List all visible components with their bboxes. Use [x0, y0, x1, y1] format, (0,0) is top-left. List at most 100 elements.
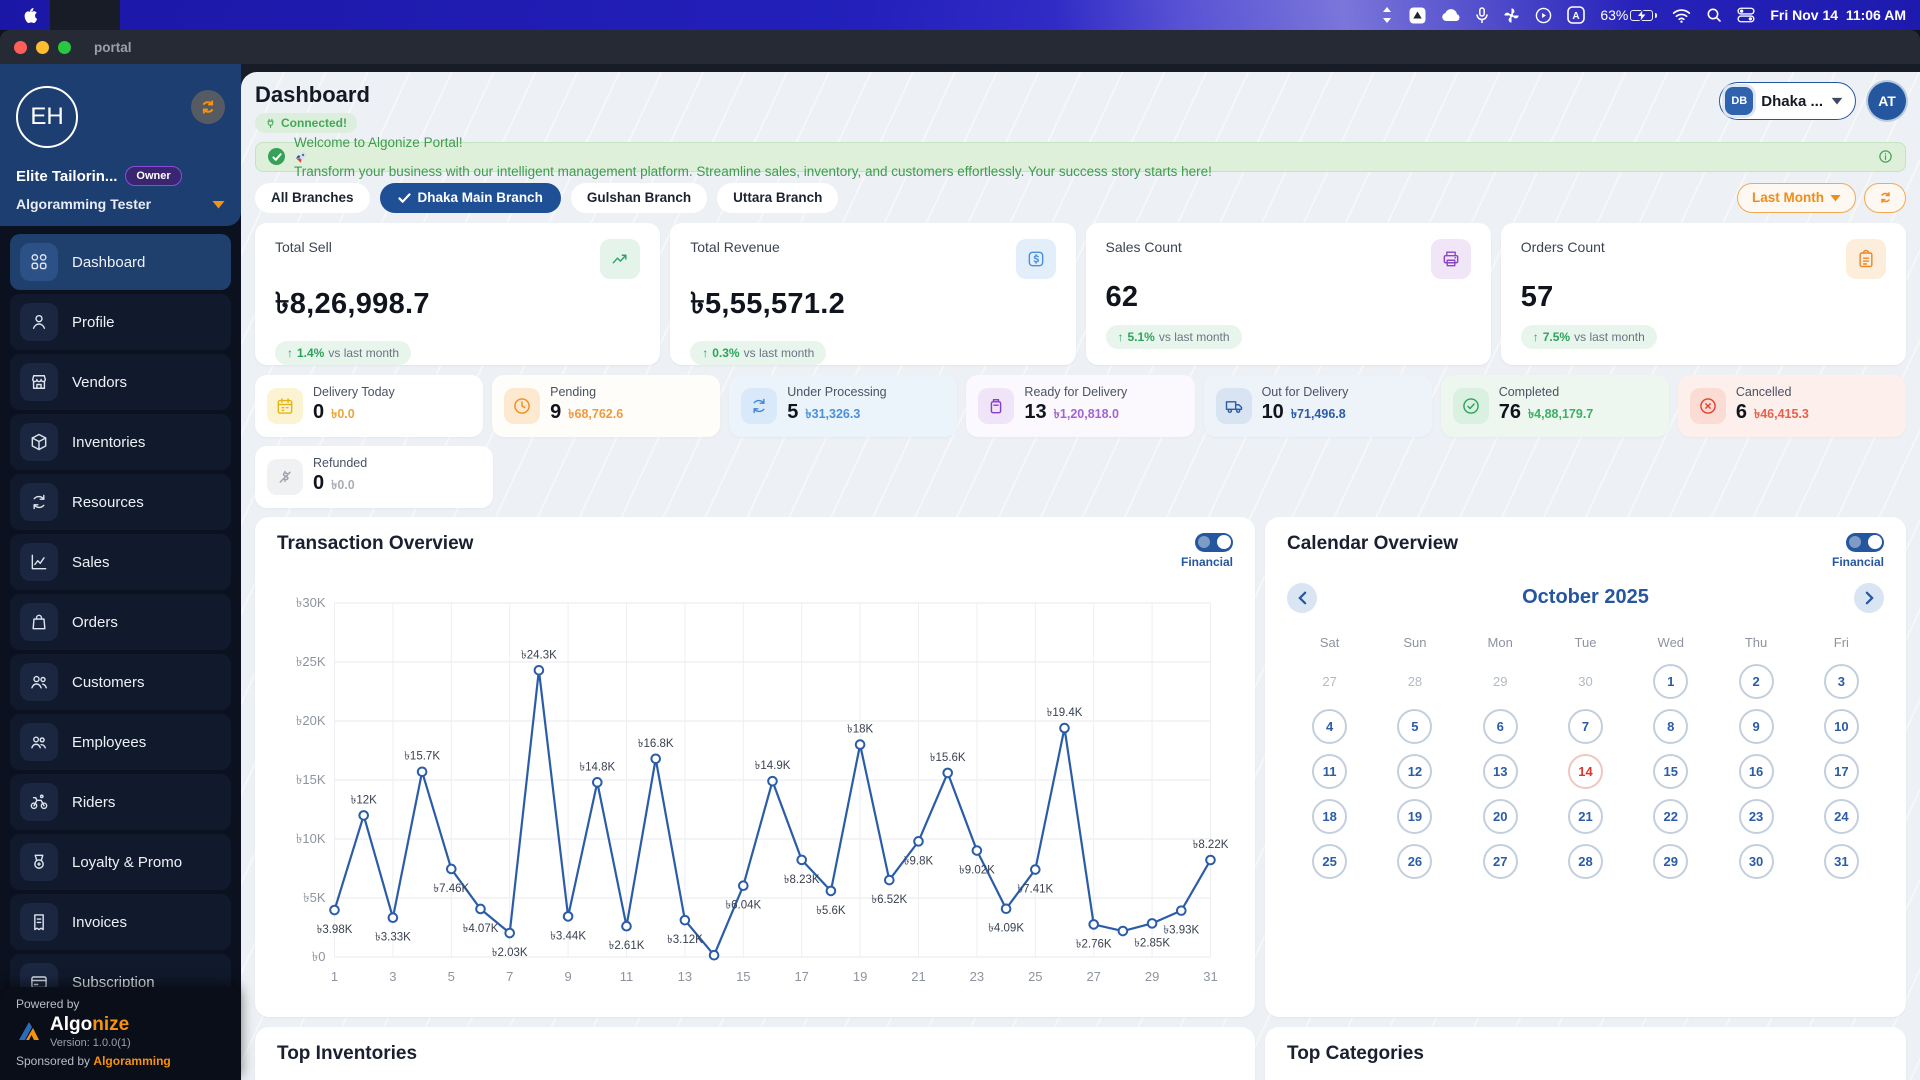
status-card-body: Completed 76 ৳4,88,179.7 [1499, 385, 1594, 426]
control-center-icon[interactable] [1737, 7, 1755, 23]
arrow-up-icon: ↑ [287, 345, 293, 360]
input-source-icon[interactable]: A [1567, 6, 1586, 24]
app-triangle-icon[interactable] [1409, 7, 1426, 24]
close-window-button[interactable] [14, 40, 27, 54]
branch-selector-label: Dhaka ... [1761, 92, 1823, 110]
calendar-date-10[interactable]: 10 [1799, 709, 1884, 745]
calendar-date-13[interactable]: 13 [1458, 754, 1543, 790]
calendar-date-27[interactable]: 27 [1458, 844, 1543, 880]
menu-bar-clock[interactable]: Fri Nov 14 11:06 AM [1770, 7, 1906, 23]
account-switcher[interactable]: Algoramming Tester [16, 196, 225, 212]
brand-name: Algonize [50, 1014, 130, 1035]
calendar-date-label: 3 [1823, 664, 1859, 699]
calendar-day-header: Tue [1574, 634, 1597, 650]
financial-toggle[interactable] [1195, 532, 1233, 552]
calendar-date-12[interactable]: 12 [1372, 754, 1457, 790]
sponsor-link[interactable]: Algoramming [93, 1054, 170, 1068]
svg-text:৳4.07K: ৳4.07K [463, 922, 499, 934]
minimize-window-button[interactable] [36, 40, 49, 54]
updown-arrows-icon[interactable] [1380, 7, 1394, 23]
tab-all-branches[interactable]: All Branches [255, 182, 370, 213]
sidebar-item-sales[interactable]: Sales [10, 534, 231, 590]
calendar-date-22[interactable]: 22 [1628, 799, 1713, 835]
calendar-date-1[interactable]: 1 [1628, 664, 1713, 700]
calendar-date-9[interactable]: 9 [1713, 709, 1798, 745]
calendar-date-20[interactable]: 20 [1458, 799, 1543, 835]
calendar-date-4[interactable]: 4 [1287, 709, 1372, 745]
zoom-window-button[interactable] [58, 40, 71, 54]
cloud-icon[interactable] [1441, 8, 1461, 22]
sidebar-item-employees[interactable]: Employees [10, 714, 231, 770]
sidebar-item-orders[interactable]: Orders [10, 594, 231, 650]
calendar-date-16[interactable]: 16 [1713, 754, 1798, 790]
calendar-date-label: 29 [1492, 674, 1508, 689]
calendar-date-11[interactable]: 11 [1287, 754, 1372, 790]
status-amount: ৳71,496.8 [1290, 407, 1346, 421]
sync-button[interactable] [191, 90, 225, 124]
calendar-date-23[interactable]: 23 [1713, 799, 1798, 835]
calendar-date-28-muted: 28 [1372, 664, 1457, 700]
calendar-date-5[interactable]: 5 [1372, 709, 1457, 745]
calendar-date-29[interactable]: 29 [1628, 844, 1713, 880]
status-label: Delivery Today [313, 385, 395, 399]
calendar-date-28[interactable]: 28 [1543, 844, 1628, 880]
sponsored-by: Sponsored by Algoramming [16, 1054, 171, 1068]
svg-text:৳15.6K: ৳15.6K [930, 751, 966, 763]
sidebar-item-riders[interactable]: Riders [10, 774, 231, 830]
sidebar-item-label: Invoices [72, 913, 128, 931]
tab-dhaka-main-branch[interactable]: Dhaka Main Branch [379, 182, 561, 213]
calendar-date-30-muted: 30 [1543, 664, 1628, 700]
tab-gulshan-branch[interactable]: Gulshan Branch [570, 182, 708, 213]
user-avatar[interactable]: AT [1868, 82, 1906, 120]
sidebar-item-profile[interactable]: Profile [10, 294, 231, 350]
tab-uttara-branch[interactable]: Uttara Branch [717, 182, 839, 213]
calendar-date-7[interactable]: 7 [1543, 709, 1628, 745]
financial-toggle[interactable] [1846, 532, 1884, 552]
sidebar-item-customers[interactable]: Customers [10, 654, 231, 710]
calendar-date-21[interactable]: 21 [1543, 799, 1628, 835]
calendar-date-8[interactable]: 8 [1628, 709, 1713, 745]
status-count: 76 [1498, 401, 1521, 423]
wifi-icon[interactable] [1672, 8, 1691, 23]
sidebar-item-vendors[interactable]: Vendors [10, 354, 231, 410]
calendar-date-2[interactable]: 2 [1713, 664, 1798, 700]
top-categories-title: Top Categories [1287, 1042, 1424, 1064]
calendar-date-19[interactable]: 19 [1372, 799, 1457, 835]
calendar-date-15[interactable]: 15 [1628, 754, 1713, 790]
calendar-date-17[interactable]: 17 [1799, 754, 1884, 790]
refresh-button[interactable] [1864, 182, 1906, 213]
calendar-next-button[interactable] [1854, 582, 1884, 613]
sidebar-item-inventories[interactable]: Inventories [10, 414, 231, 470]
calendar-prev-button[interactable] [1287, 582, 1317, 613]
spotlight-search-icon[interactable] [1706, 7, 1722, 23]
calendar-date-label: 5 [1397, 709, 1433, 744]
info-icon[interactable] [1878, 149, 1893, 164]
calendar-date-6[interactable]: 6 [1458, 709, 1543, 745]
sidebar-item-loyalty-promo[interactable]: Loyalty & Promo [10, 834, 231, 890]
calendar-date-31[interactable]: 31 [1799, 844, 1884, 880]
calendar-date-3[interactable]: 3 [1799, 664, 1884, 700]
status-count: 10 [1261, 401, 1284, 423]
microphone-icon[interactable] [1476, 6, 1489, 24]
calendar-date-24[interactable]: 24 [1799, 799, 1884, 835]
calendar-date-25[interactable]: 25 [1287, 844, 1372, 880]
financial-toggle-label: Financial [1180, 554, 1233, 569]
sidebar-item-dashboard[interactable]: Dashboard [10, 234, 231, 290]
calendar-date-30[interactable]: 30 [1713, 844, 1798, 880]
svg-text:13: 13 [678, 969, 692, 984]
apple-menu-icon[interactable] [14, 6, 46, 24]
fan-icon[interactable] [1503, 7, 1520, 24]
svg-text:৳2.76K: ৳2.76K [1076, 938, 1112, 950]
calendar-date-26[interactable]: 26 [1372, 844, 1457, 880]
period-dropdown[interactable]: Last Month [1737, 182, 1856, 213]
battery-indicator[interactable]: 63% [1600, 7, 1658, 23]
play-circle-icon[interactable] [1535, 7, 1552, 24]
macos-menu-bar: portalEditViewWindowHelp A 63% Fri Nov 1… [0, 0, 1920, 576]
calendar-date-14[interactable]: 14 [1543, 754, 1628, 790]
sidebar-item-label: Customers [72, 673, 145, 691]
sidebar-item-invoices[interactable]: Invoices [10, 894, 231, 950]
branch-selector-dropdown[interactable]: DB Dhaka ... [1719, 82, 1856, 120]
sidebar-item-label: Dashboard [72, 253, 146, 271]
sidebar-item-resources[interactable]: Resources [10, 474, 231, 530]
calendar-date-18[interactable]: 18 [1287, 799, 1372, 835]
